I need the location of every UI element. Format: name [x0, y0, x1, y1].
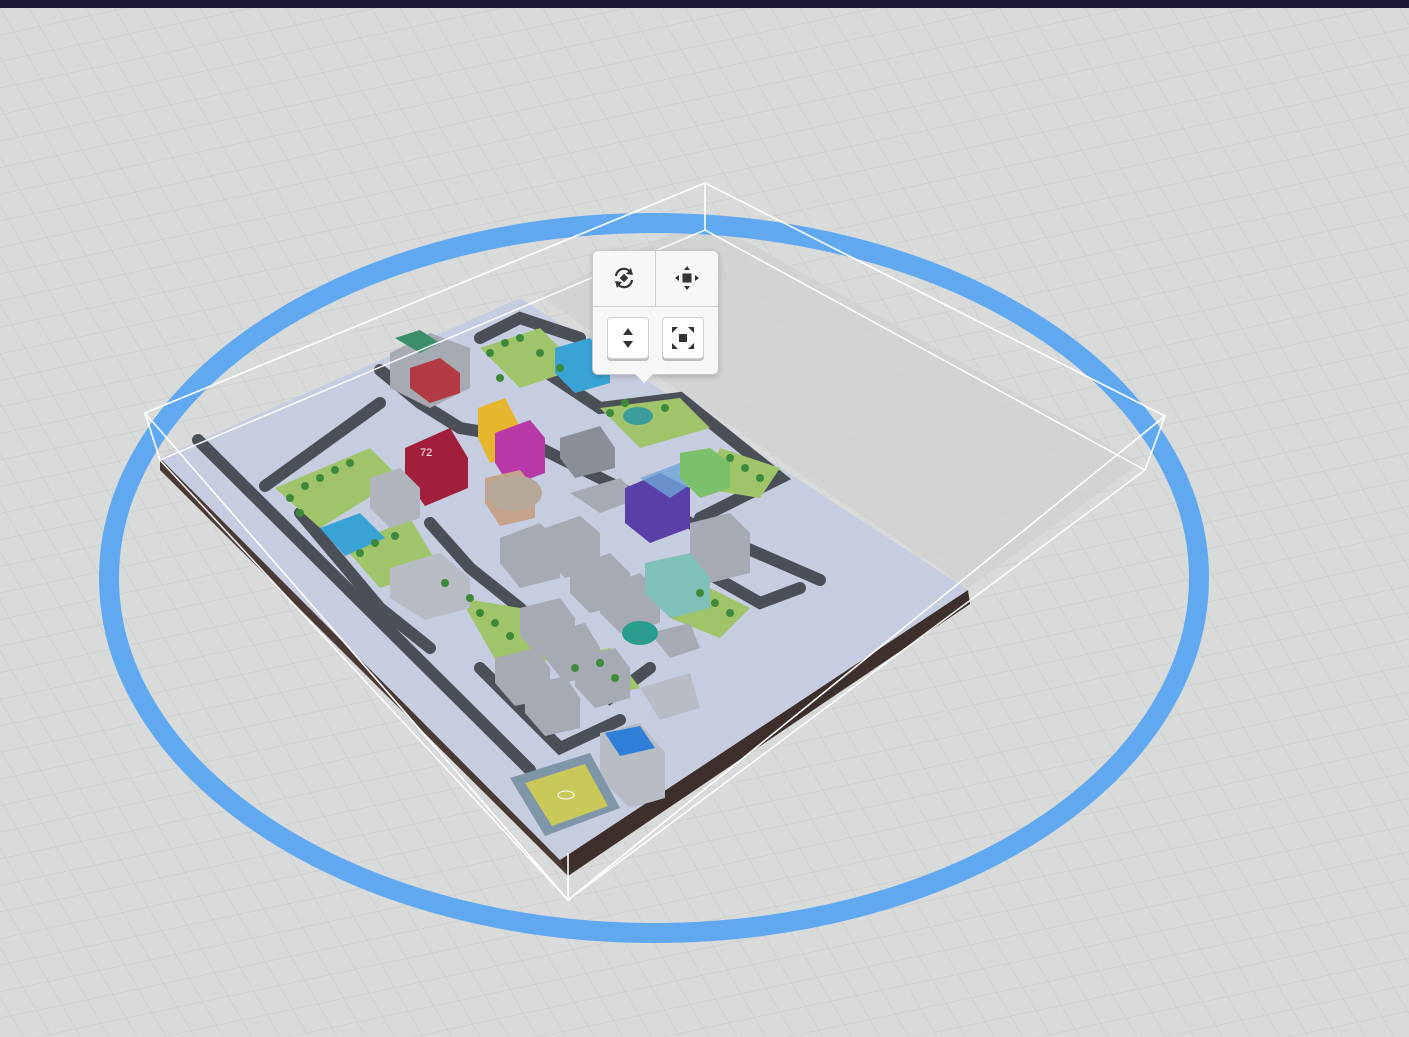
toolbar-divider	[593, 306, 718, 307]
scale-icon	[672, 327, 694, 349]
toolbar-divider	[655, 251, 656, 306]
scale-button[interactable]	[662, 317, 704, 359]
vertical-move-icon	[623, 328, 633, 348]
rotate-icon	[614, 267, 634, 289]
vertical-move-button[interactable]	[607, 317, 649, 359]
transform-toolbar	[592, 250, 719, 383]
rotate-button[interactable]	[603, 257, 645, 299]
move-icon	[675, 266, 699, 290]
move-button[interactable]	[666, 257, 708, 299]
building-number-label: 72	[420, 447, 432, 459]
3d-viewport[interactable]: 72	[0, 8, 1409, 1037]
top-bar	[0, 0, 1409, 8]
